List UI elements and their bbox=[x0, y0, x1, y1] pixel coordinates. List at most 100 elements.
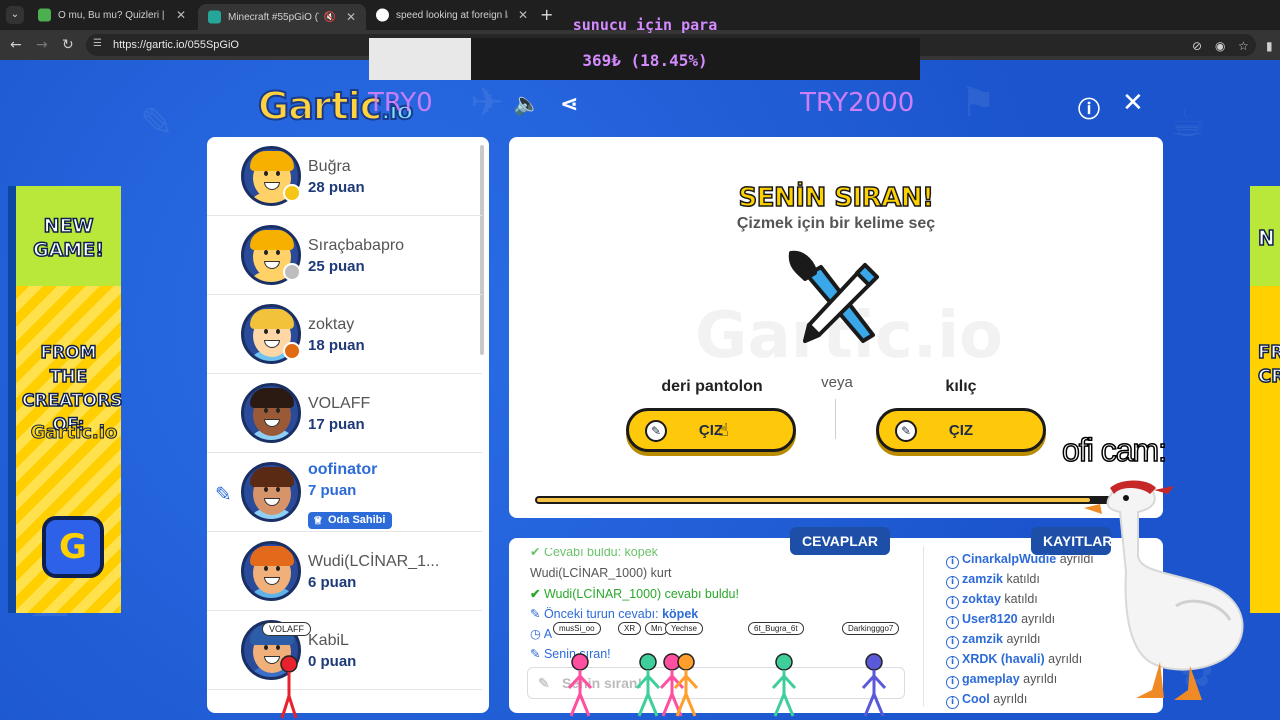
doodle-icon: ⚑ bbox=[960, 80, 996, 126]
tab-title: speed looking at foreign langu bbox=[396, 9, 508, 21]
tab-title: Minecraft #55pGiO (Türkçe bbox=[228, 11, 319, 23]
avatar-hair bbox=[250, 230, 294, 250]
log-user: XRDK (havali) bbox=[962, 652, 1045, 666]
stick-figure-name: Yechse bbox=[665, 622, 703, 635]
ad-banner-left[interactable]: NEW GAME! FROM THE CREATORS OF: Gartic.i… bbox=[8, 186, 123, 613]
ad-brand-text: Gartic.io bbox=[30, 422, 118, 444]
draw-word-1-button[interactable]: ✎ ÇIZ bbox=[626, 408, 796, 452]
avatar-eye bbox=[264, 329, 268, 334]
player-row[interactable]: VOLAFF 17 puan bbox=[207, 374, 482, 453]
info-small-icon: i bbox=[946, 556, 959, 569]
close-icon[interactable]: ✕ bbox=[1122, 88, 1144, 118]
tab-search-button[interactable]: ⌄ bbox=[6, 6, 24, 24]
player-avatar bbox=[241, 541, 301, 601]
close-tab-icon[interactable]: ✕ bbox=[176, 8, 186, 22]
draw-button-label: ÇIZ bbox=[948, 421, 974, 439]
check-icon: ✔ bbox=[530, 587, 544, 601]
url-text[interactable]: https://gartic.io/055SpGiO bbox=[113, 39, 239, 51]
player-row[interactable]: zoktay 18 puan bbox=[207, 295, 482, 374]
share-icon[interactable]: ⋖ bbox=[560, 92, 578, 117]
player-avatar bbox=[241, 383, 301, 443]
goal-max-label: TRY2000 bbox=[800, 88, 915, 118]
chat-message-text: köpek bbox=[662, 607, 699, 621]
chat-message: ◷ A bbox=[530, 626, 552, 641]
ad-new-game-text: NEW GAME! bbox=[32, 214, 104, 262]
draw-word-2-button[interactable]: ✎ ÇIZ bbox=[876, 408, 1046, 452]
column-divider bbox=[923, 546, 924, 706]
goal-min-label: TRY0 bbox=[368, 88, 433, 118]
doodle-icon: ☕ bbox=[1170, 100, 1206, 146]
avatar-eye bbox=[264, 487, 268, 492]
bookmark-star-icon[interactable]: ☆ bbox=[1238, 39, 1249, 53]
avatar-eye bbox=[276, 566, 280, 571]
player-name: oofinator bbox=[308, 461, 378, 478]
log-entry: i gameplay ayrıldı bbox=[946, 672, 1057, 689]
player-row[interactable]: Sıraçbabapro 25 puan bbox=[207, 216, 482, 295]
sound-icon[interactable]: 🔈 bbox=[513, 92, 540, 117]
donation-goal-amount: 369₺ (18.45%) bbox=[582, 51, 708, 70]
pencil-icon: ✎ bbox=[895, 420, 917, 442]
avatar-eye bbox=[264, 408, 268, 413]
player-row[interactable]: Buğra 28 puan bbox=[207, 137, 482, 216]
chat-user: Wudi(LCİNAR_1000) bbox=[530, 566, 648, 580]
player-status-dot bbox=[283, 184, 301, 202]
log-user: zamzik bbox=[962, 572, 1003, 586]
ad-right-mid-text: FR CR bbox=[1257, 341, 1280, 388]
reload-icon[interactable]: ↻ bbox=[62, 37, 74, 53]
avatar-eye bbox=[276, 408, 280, 413]
info-small-icon: i bbox=[946, 696, 959, 709]
log-user: Cool bbox=[962, 692, 990, 706]
stick-figure bbox=[771, 653, 797, 717]
log-user: gameplay bbox=[962, 672, 1020, 686]
avatar-hair bbox=[250, 151, 294, 171]
site-settings-icon[interactable]: ☰ bbox=[93, 38, 105, 50]
log-action: ayrıldı bbox=[1048, 652, 1083, 666]
tab-title: O mu, Bu mu? Quizleri | Turnuv bbox=[58, 9, 166, 21]
player-row[interactable]: Wudi(LCİNAR_1... 6 puan bbox=[207, 532, 482, 611]
player-row[interactable]: oofinator 7 puan ♕ Oda Sahibi bbox=[207, 453, 482, 532]
log-action: ayrıldı bbox=[1023, 672, 1058, 686]
avatar-eye bbox=[276, 171, 280, 176]
pencil-small-icon: ✎ bbox=[530, 647, 544, 661]
player-status-dot bbox=[283, 263, 301, 281]
player-name: KabiL bbox=[308, 632, 349, 649]
log-action: ayrıldı bbox=[993, 692, 1028, 706]
brush-pencil-icon bbox=[788, 250, 879, 343]
back-icon[interactable]: ← bbox=[10, 37, 22, 53]
tracking-icon[interactable]: ◉ bbox=[1215, 39, 1225, 53]
chat-message: Wudi(LCİNAR_1000) kurt bbox=[530, 566, 672, 580]
player-name: Buğra bbox=[308, 158, 351, 175]
tab-answers[interactable]: CEVAPLAR bbox=[790, 527, 890, 555]
log-action: katıldı bbox=[1006, 572, 1040, 586]
goose-image bbox=[1084, 480, 1244, 700]
player-score: 18 puan bbox=[308, 337, 365, 354]
player-score: 0 puan bbox=[308, 653, 357, 670]
options-divider bbox=[835, 399, 836, 439]
profile-icon[interactable]: ▮ bbox=[1266, 39, 1273, 53]
avatar-hair bbox=[250, 309, 294, 329]
chat-message-prefix: Önceki turun cevabı: bbox=[543, 607, 659, 621]
forward-icon[interactable]: → bbox=[36, 37, 48, 53]
donation-goal-title: sunucu için para bbox=[572, 16, 718, 34]
chat-message-text: Cevabı buldu: köpek bbox=[543, 548, 658, 559]
avatar-hair bbox=[250, 467, 294, 487]
or-label: veya bbox=[821, 374, 853, 391]
browser-tab-speed[interactable]: speed looking at foreign langu ✕ bbox=[366, 4, 538, 26]
stick-figure-name: XR bbox=[618, 622, 642, 635]
avatar-hair bbox=[250, 546, 294, 566]
stick-figure-name: musSi_oo bbox=[553, 622, 601, 635]
browser-tab-quiz[interactable]: O mu, Bu mu? Quizleri | Turnuv ✕ bbox=[28, 4, 196, 26]
ad-banner-right[interactable]: N FR CR bbox=[1250, 186, 1280, 613]
chat-message: ✔ Cevabı buldu: köpek bbox=[530, 548, 658, 560]
mute-tab-icon[interactable]: 🔇 bbox=[323, 12, 335, 23]
chat-message-text: A bbox=[543, 627, 553, 641]
info-icon[interactable]: ⓘ bbox=[1078, 92, 1100, 124]
log-action: katıldı bbox=[1004, 592, 1038, 606]
log-action: ayrıldı bbox=[1006, 632, 1041, 646]
eye-off-icon[interactable]: ⊘ bbox=[1192, 39, 1202, 53]
player-row[interactable]: KabiL 0 puan bbox=[207, 611, 482, 690]
stick-figure bbox=[861, 653, 887, 717]
avatar-eye bbox=[276, 645, 280, 650]
browser-tab-gartic[interactable]: Minecraft #55pGiO (Türkçe 🔇 ✕ bbox=[198, 4, 366, 30]
close-tab-icon[interactable]: ✕ bbox=[346, 10, 356, 24]
